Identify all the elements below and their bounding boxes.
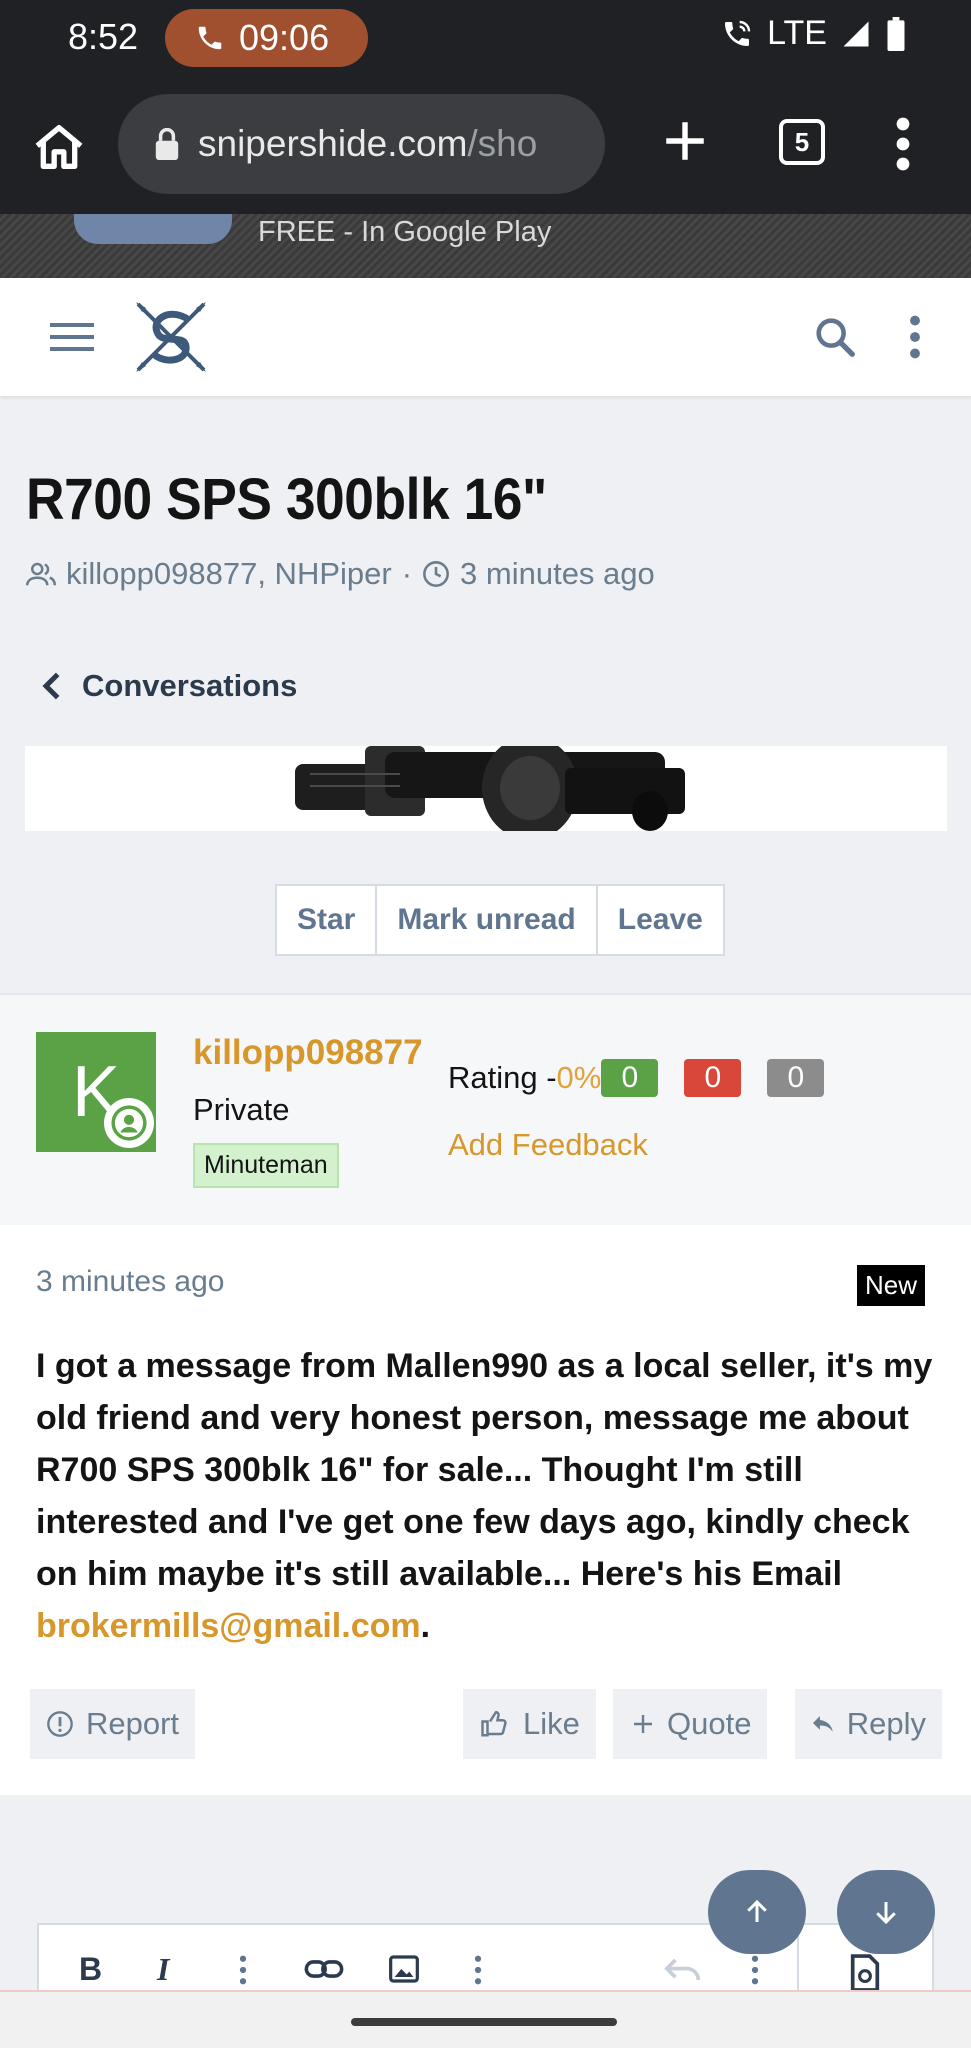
battery-icon xyxy=(887,16,905,51)
message-actions: Report Like Quote Reply xyxy=(0,1689,971,1759)
meta-separator: · xyxy=(401,556,413,591)
user-online-icon xyxy=(111,1105,147,1141)
bold-icon[interactable]: B xyxy=(79,1951,102,1988)
arrow-up-icon xyxy=(747,1899,767,1922)
conversations-back-link[interactable]: Conversations xyxy=(40,668,297,704)
promo-text: FREE - In Google Play xyxy=(258,216,552,248)
status-time: 8:52 xyxy=(68,16,139,57)
report-button[interactable]: Report xyxy=(30,1689,196,1759)
ad-banner-image[interactable] xyxy=(25,746,947,831)
message-body: I got a message from Mallen990 as a loca… xyxy=(36,1347,933,1593)
thread-actions: Star Mark unread Leave xyxy=(275,884,725,956)
user-title: Private xyxy=(193,1092,290,1127)
like-label: Like xyxy=(523,1706,580,1741)
message-text: I got a message from Mallen990 as a loca… xyxy=(36,1340,936,1652)
more-insert-options-icon[interactable] xyxy=(474,1955,482,1985)
phone-icon xyxy=(198,26,222,50)
more-text-options-icon[interactable] xyxy=(239,1955,247,1985)
home-gesture-handle[interactable] xyxy=(351,2018,617,2026)
scroll-to-bottom-button[interactable] xyxy=(837,1870,935,1954)
thread-time[interactable]: 3 minutes ago xyxy=(460,556,655,592)
arrow-down-icon xyxy=(876,1902,896,1925)
reply-label: Reply xyxy=(846,1706,926,1741)
url-text: snipershide.com/sho xyxy=(198,123,537,165)
positive-count-badge: 0 xyxy=(601,1059,659,1097)
negative-count-badge: 0 xyxy=(684,1059,742,1097)
site-header xyxy=(0,278,971,396)
participants[interactable]: killopp098877, NHPiper xyxy=(66,556,392,592)
email-link[interactable]: brokermills@gmail.com xyxy=(36,1607,421,1645)
username[interactable]: killopp098877 xyxy=(193,1033,423,1073)
chevron-left-icon xyxy=(42,672,60,700)
online-status-indicator xyxy=(104,1098,154,1148)
italic-icon[interactable]: I xyxy=(157,1951,169,1988)
network-type: LTE xyxy=(767,14,827,52)
report-icon xyxy=(47,1711,73,1737)
quote-label: Quote xyxy=(667,1706,752,1741)
rifle-scope-image xyxy=(295,746,685,831)
link-icon[interactable] xyxy=(304,1957,344,1981)
leave-button[interactable]: Leave xyxy=(598,886,723,954)
status-icons: LTE xyxy=(721,14,907,53)
like-button[interactable]: Like xyxy=(463,1689,596,1759)
rating-label: Rating - xyxy=(448,1060,557,1095)
app-promo-banner[interactable]: FREE - In Google Play xyxy=(0,214,971,278)
page-title: R700 SPS 300blk 16" xyxy=(26,467,547,532)
preview-icon[interactable] xyxy=(849,1953,881,1993)
back-link-label: Conversations xyxy=(82,668,298,703)
tab-switcher-button[interactable]: 5 xyxy=(779,119,825,165)
user-banner: Minuteman xyxy=(193,1143,339,1188)
browser-toolbar: snipershide.com/sho 5 xyxy=(0,76,971,214)
undo-icon[interactable] xyxy=(664,1957,704,1983)
neutral-count-badge: 0 xyxy=(767,1059,825,1097)
system-navigation-bar xyxy=(0,1990,971,2048)
status-bar: 8:52 09:06 LTE xyxy=(0,0,971,76)
reply-button[interactable]: Reply xyxy=(795,1689,942,1759)
plus-icon xyxy=(634,1715,652,1733)
message-body-end: . xyxy=(420,1607,431,1645)
home-icon[interactable] xyxy=(30,118,88,176)
browser-menu-icon[interactable] xyxy=(888,116,918,172)
hamburger-menu-icon[interactable] xyxy=(50,320,94,354)
lock-icon xyxy=(155,128,179,160)
rating-percent: 0% xyxy=(556,1060,602,1095)
message-time[interactable]: 3 minutes ago xyxy=(36,1265,224,1299)
address-bar[interactable]: snipershide.com/sho xyxy=(118,94,605,194)
more-options-icon[interactable] xyxy=(903,314,927,360)
users-icon xyxy=(26,562,56,586)
url-host: snipershide.com xyxy=(198,123,468,164)
message-user-block: K killopp098877 Private Minuteman Rating… xyxy=(0,993,971,1225)
signal-icon xyxy=(843,21,869,46)
new-tab-icon[interactable] xyxy=(660,116,710,166)
message-content: 3 minutes ago New I got a message from M… xyxy=(0,1225,971,1795)
report-label: Report xyxy=(86,1706,180,1741)
thread-meta: killopp098877, NHPiper · 3 minutes ago xyxy=(26,556,655,592)
snipershide-logo[interactable] xyxy=(128,294,214,380)
reply-icon xyxy=(812,1716,833,1732)
url-path: /sho xyxy=(467,123,538,164)
clock-icon xyxy=(423,561,449,587)
mark-unread-button[interactable]: Mark unread xyxy=(377,886,598,954)
call-duration: 09:06 xyxy=(239,17,330,58)
star-button[interactable]: Star xyxy=(277,886,378,954)
quote-button[interactable]: Quote xyxy=(613,1689,768,1759)
promo-button[interactable] xyxy=(74,214,232,244)
thumbs-up-icon xyxy=(481,1710,507,1737)
search-icon[interactable] xyxy=(812,314,858,360)
image-icon[interactable] xyxy=(387,1953,421,1985)
new-badge: New xyxy=(857,1265,926,1306)
add-feedback-link[interactable]: Add Feedback xyxy=(448,1127,648,1163)
ongoing-call-chip[interactable]: 09:06 xyxy=(165,9,368,67)
feedback-rating: Rating - 0% 0 0 0 xyxy=(448,1059,825,1097)
scroll-to-top-button[interactable] xyxy=(708,1870,806,1954)
wifi-calling-icon xyxy=(725,20,751,46)
more-editor-options-icon[interactable] xyxy=(751,1955,759,1985)
